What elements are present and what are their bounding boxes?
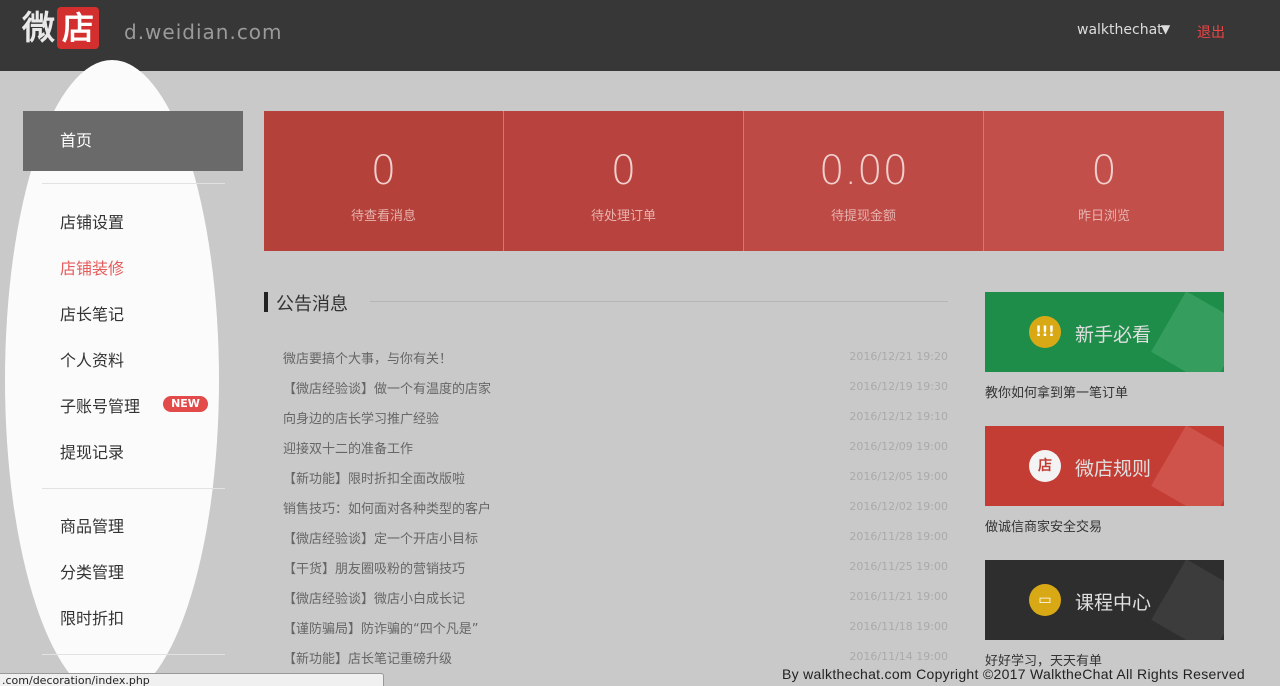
promo-title: 课程中心 (1075, 592, 1152, 614)
section-divider (370, 301, 948, 302)
sidebar-item-withdrawals[interactable]: 提现记录 (60, 439, 124, 463)
stat-value: 0 (1091, 148, 1117, 194)
announcement-title[interactable]: 【微店经验谈】定一个开店小目标 (283, 528, 478, 547)
promo-store-rules[interactable]: 店 微店规则 (985, 426, 1224, 506)
announcement-date: 2016/11/21 19:00 (849, 590, 948, 603)
decorative-shape (1151, 292, 1224, 372)
weidian-logo[interactable]: 微 店 (22, 7, 99, 49)
announcement-date: 2016/12/02 19:00 (849, 500, 948, 513)
announcement-date: 2016/12/21 19:20 (849, 350, 948, 363)
announcement-title[interactable]: 向身边的店长学习推广经验 (283, 408, 439, 427)
stat-yesterday-views[interactable]: 0 昨日浏览 (984, 111, 1224, 251)
list-item[interactable]: 【干货】朋友圈吸粉的营销技巧 2016/11/25 19:00 (283, 558, 948, 588)
promo-title: 微店规则 (1075, 458, 1152, 480)
announcement-date: 2016/11/14 19:00 (849, 650, 948, 663)
new-badge: NEW (163, 396, 208, 412)
promo-title: 新手必看 (1075, 324, 1152, 346)
logout-link[interactable]: 退出 (1197, 22, 1225, 42)
announcement-date: 2016/12/05 19:00 (849, 470, 948, 483)
announcement-date: 2016/11/28 19:00 (849, 530, 948, 543)
decorative-shape (1151, 426, 1224, 506)
stat-value: 0 (370, 148, 397, 194)
sidebar-item-sub-accounts[interactable]: 子账号管理 (60, 393, 140, 417)
username-menu[interactable]: walkthechat (1077, 22, 1163, 38)
copyright-watermark: By walkthechat.com Copyright ©2017 Walkt… (782, 666, 1246, 682)
announcement-title[interactable]: 【干货】朋友圈吸粉的营销技巧 (283, 558, 465, 577)
announcement-title[interactable]: 【微店经验谈】做一个有温度的店家 (283, 378, 491, 397)
stat-value: 0.00 (818, 148, 909, 194)
promo-beginner-guide[interactable]: !!! 新手必看 (985, 292, 1224, 372)
list-item[interactable]: 迎接双十二的准备工作 2016/12/09 19:00 (283, 438, 948, 468)
chevron-down-icon[interactable]: ▼ (1161, 22, 1170, 36)
promo-caption[interactable]: 教你如何拿到第一笔订单 (985, 382, 1128, 401)
announcement-title[interactable]: 【微店经验谈】微店小白成长记 (283, 588, 465, 607)
list-item[interactable]: 向身边的店长学习推广经验 2016/12/12 19:10 (283, 408, 948, 438)
stat-label: 待提现金额 (830, 209, 896, 224)
list-item[interactable]: 销售技巧：如何面对各种类型的客户 2016/12/02 19:00 (283, 498, 948, 528)
announcement-title[interactable]: 微店要搞个大事，与你有关！ (283, 348, 452, 367)
sidebar-item-flash-discount[interactable]: 限时折扣 (60, 605, 124, 629)
stat-value: 0 (610, 148, 637, 194)
announcement-title[interactable]: 【新功能】限时折扣全面改版啦 (283, 468, 465, 487)
decorative-shape (1151, 560, 1224, 640)
top-bar: 微 店 d.weidian.com walkthechat ▼ 退出 (0, 0, 1280, 71)
stat-unread-messages[interactable]: 0 待查看消息 (264, 111, 504, 251)
stat-withdrawable-amount[interactable]: 0.00 待提现金额 (744, 111, 984, 251)
announcement-date: 2016/12/12 19:10 (849, 410, 948, 423)
logo-text-wei: 微 (22, 8, 55, 47)
list-item[interactable]: 【微店经验谈】微店小白成长记 2016/11/21 19:00 (283, 588, 948, 618)
list-item[interactable]: 【新功能】限时折扣全面改版啦 2016/12/05 19:00 (283, 468, 948, 498)
section-marker (264, 292, 268, 312)
stats-row: 0 待查看消息 0 待处理订单 0.00 待提现金额 0 昨日浏览 (264, 111, 1224, 251)
list-item[interactable]: 【微店经验谈】定一个开店小目标 2016/11/28 19:00 (283, 528, 948, 558)
list-item[interactable]: 【微店经验谈】做一个有温度的店家 2016/12/19 19:30 (283, 378, 948, 408)
announcement-date: 2016/12/19 19:30 (849, 380, 948, 393)
announcement-date: 2016/11/25 19:00 (849, 560, 948, 573)
browser-status-url: .com/decoration/index.php (0, 673, 384, 686)
sidebar-item-categories[interactable]: 分类管理 (60, 559, 124, 583)
stat-label: 昨日浏览 (1077, 209, 1130, 224)
stat-label: 待处理订单 (590, 209, 656, 224)
announcement-title[interactable]: 迎接双十二的准备工作 (283, 438, 413, 457)
book-icon: ▭ (1029, 584, 1061, 616)
announcement-title[interactable]: 销售技巧：如何面对各种类型的客户 (283, 498, 491, 517)
list-item[interactable]: 【谨防骗局】防诈骗的“四个凡是” 2016/11/18 19:00 (283, 618, 948, 648)
list-item[interactable]: 微店要搞个大事，与你有关！ 2016/12/21 19:20 (283, 348, 948, 378)
sidebar-item-profile[interactable]: 个人资料 (60, 347, 124, 371)
sidebar-item-store-settings[interactable]: 店铺设置 (60, 209, 124, 233)
sidebar-item-store-decoration[interactable]: 店铺装修 (60, 255, 124, 279)
sidebar-item-home[interactable]: 首页 (23, 111, 243, 171)
sidebar-divider (42, 654, 225, 655)
sidebar-item-owner-notes[interactable]: 店长笔记 (60, 301, 124, 325)
announcement-title[interactable]: 【新功能】店长笔记重磅升级 (283, 648, 452, 667)
announcement-list: 微店要搞个大事，与你有关！ 2016/12/21 19:20 【微店经验谈】做一个… (283, 348, 948, 678)
lightbulb-icon: !!! (1029, 316, 1061, 348)
announcements-title: 公告消息 (276, 294, 348, 315)
promo-course-center[interactable]: ▭ 课程中心 (985, 560, 1224, 640)
sidebar-divider (42, 183, 225, 184)
site-domain: d.weidian.com (124, 20, 283, 44)
sidebar-divider (42, 488, 225, 489)
announcement-date: 2016/12/09 19:00 (849, 440, 948, 453)
stat-pending-orders[interactable]: 0 待处理订单 (504, 111, 744, 251)
sidebar-item-products[interactable]: 商品管理 (60, 513, 124, 537)
promo-caption[interactable]: 做诚信商家安全交易 (985, 516, 1102, 535)
announcement-title[interactable]: 【谨防骗局】防诈骗的“四个凡是” (283, 618, 478, 637)
stat-label: 待查看消息 (350, 209, 416, 224)
logo-text-dian: 店 (57, 7, 99, 49)
store-icon: 店 (1029, 450, 1061, 482)
announcement-date: 2016/11/18 19:00 (849, 620, 948, 633)
